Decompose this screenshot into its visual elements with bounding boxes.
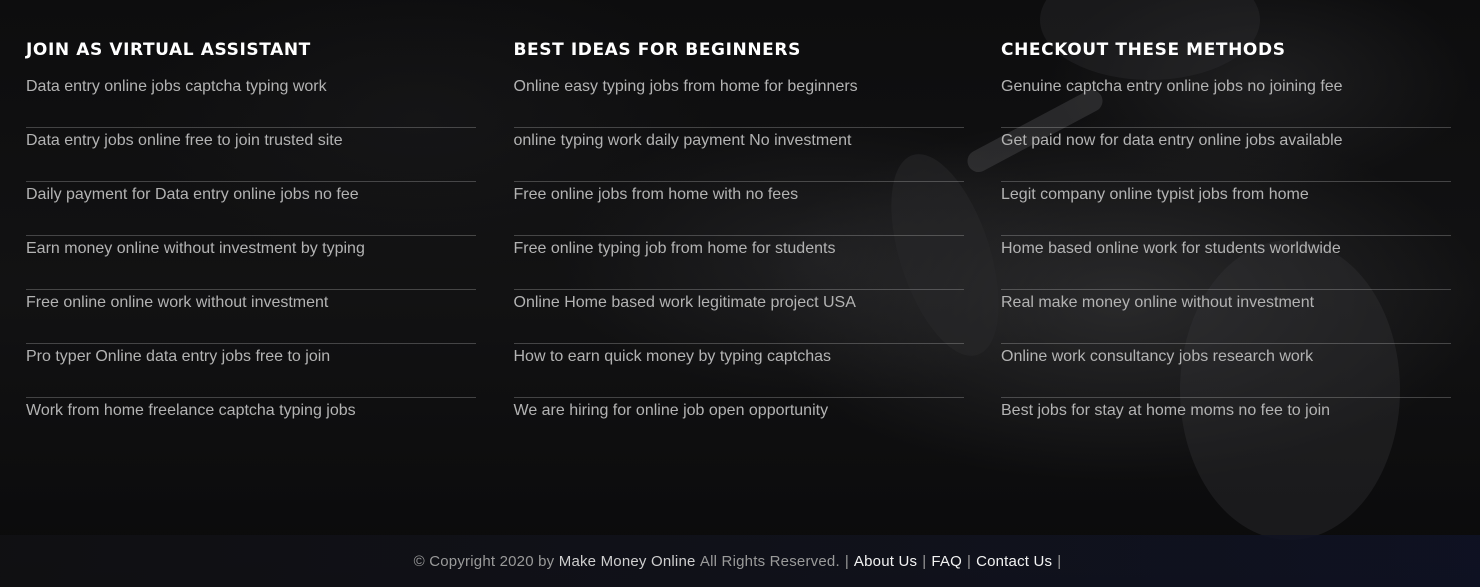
footer-link[interactable]: Online Home based work legitimate projec… bbox=[514, 292, 856, 314]
list-item: Free online jobs from home with no fees bbox=[513, 182, 964, 236]
list-item: We are hiring for online job open opport… bbox=[514, 398, 964, 452]
list-item: Real make money online without investmen… bbox=[1001, 290, 1451, 344]
list-item: Free online typing job from home for stu… bbox=[513, 236, 964, 290]
footer-link[interactable]: Pro typer Online data entry jobs free to… bbox=[26, 346, 330, 368]
list-item: Data entry jobs online free to join trus… bbox=[26, 128, 476, 182]
footer-link[interactable]: Online work consultancy jobs research wo… bbox=[1001, 346, 1313, 368]
faq-link[interactable]: FAQ bbox=[931, 553, 962, 570]
separator: | bbox=[922, 552, 927, 570]
footer-link[interactable]: Legit company online typist jobs from ho… bbox=[1001, 184, 1309, 206]
footer-link[interactable]: Get paid now for data entry online jobs … bbox=[1001, 130, 1343, 152]
list-item: Online work consultancy jobs research wo… bbox=[1001, 344, 1451, 398]
footer-link[interactable]: Free online typing job from home for stu… bbox=[514, 238, 836, 260]
footer-link[interactable]: Data entry jobs online free to join trus… bbox=[26, 130, 343, 152]
list-item: Best jobs for stay at home moms no fee t… bbox=[1001, 398, 1451, 452]
footer-link[interactable]: Home based online work for students worl… bbox=[1001, 238, 1341, 260]
column-join-as-virtual-assistant: JOIN AS VIRTUAL ASSISTANT Data entry onl… bbox=[26, 36, 476, 452]
footer-link[interactable]: Genuine captcha entry online jobs no joi… bbox=[1001, 76, 1343, 98]
footer-link-columns: JOIN AS VIRTUAL ASSISTANT Data entry onl… bbox=[26, 36, 1451, 452]
footer-link[interactable]: Free online jobs from home with no fees bbox=[514, 184, 799, 206]
copyright-bar: © Copyright 2020 by Make Money Online Al… bbox=[0, 535, 1480, 587]
link-list: Genuine captcha entry online jobs no joi… bbox=[1001, 74, 1451, 452]
footer-link[interactable]: Best jobs for stay at home moms no fee t… bbox=[1001, 400, 1330, 422]
separator: | bbox=[844, 552, 849, 570]
footer-link[interactable]: Daily payment for Data entry online jobs… bbox=[26, 184, 359, 206]
list-item: Online easy typing jobs from home for be… bbox=[513, 74, 964, 128]
list-item: online typing work daily payment No inve… bbox=[513, 128, 964, 182]
column-title: CHECKOUT THESE METHODS bbox=[1001, 40, 1286, 60]
footer-link[interactable]: We are hiring for online job open opport… bbox=[514, 400, 829, 422]
list-item: Work from home freelance captcha typing … bbox=[26, 398, 476, 452]
rights-text: All Rights Reserved. bbox=[699, 552, 840, 570]
footer-link[interactable]: Online easy typing jobs from home for be… bbox=[514, 76, 858, 98]
column-checkout-these-methods: CHECKOUT THESE METHODS Genuine captcha e… bbox=[1001, 36, 1451, 452]
list-item: Get paid now for data entry online jobs … bbox=[1001, 128, 1451, 182]
link-list: Online easy typing jobs from home for be… bbox=[513, 74, 964, 452]
list-item: Earn money online without investment by … bbox=[26, 236, 476, 290]
list-item: Daily payment for Data entry online jobs… bbox=[26, 182, 476, 236]
list-item: Legit company online typist jobs from ho… bbox=[1001, 182, 1451, 236]
list-item: Genuine captcha entry online jobs no joi… bbox=[1001, 74, 1451, 128]
footer-link[interactable]: Free online online work without investme… bbox=[26, 292, 328, 314]
list-item: Home based online work for students worl… bbox=[1001, 236, 1451, 290]
separator: | bbox=[1057, 552, 1062, 570]
footer-link[interactable]: Real make money online without investmen… bbox=[1001, 292, 1314, 314]
about-us-link[interactable]: About Us bbox=[854, 553, 917, 570]
site-name: Make Money Online bbox=[558, 552, 696, 570]
list-item: How to earn quick money by typing captch… bbox=[513, 344, 964, 398]
footer-link[interactable]: Data entry online jobs captcha typing wo… bbox=[26, 76, 327, 98]
list-item: Data entry online jobs captcha typing wo… bbox=[26, 74, 476, 128]
list-item: Free online online work without investme… bbox=[26, 290, 476, 344]
list-item: Online Home based work legitimate projec… bbox=[513, 290, 964, 344]
footer-link[interactable]: Earn money online without investment by … bbox=[26, 238, 365, 260]
footer-link[interactable]: How to earn quick money by typing captch… bbox=[514, 346, 832, 368]
copyright-text: © Copyright 2020 by bbox=[413, 552, 555, 570]
footer-link[interactable]: online typing work daily payment No inve… bbox=[514, 130, 852, 152]
column-best-ideas-for-beginners: BEST IDEAS FOR BEGINNERS Online easy typ… bbox=[513, 36, 964, 452]
list-item: Pro typer Online data entry jobs free to… bbox=[26, 344, 476, 398]
column-title: JOIN AS VIRTUAL ASSISTANT bbox=[26, 40, 311, 60]
contact-us-link[interactable]: Contact Us bbox=[976, 553, 1052, 570]
column-title: BEST IDEAS FOR BEGINNERS bbox=[513, 40, 801, 60]
footer-link[interactable]: Work from home freelance captcha typing … bbox=[26, 400, 356, 422]
link-list: Data entry online jobs captcha typing wo… bbox=[26, 74, 476, 452]
separator: | bbox=[966, 552, 972, 570]
